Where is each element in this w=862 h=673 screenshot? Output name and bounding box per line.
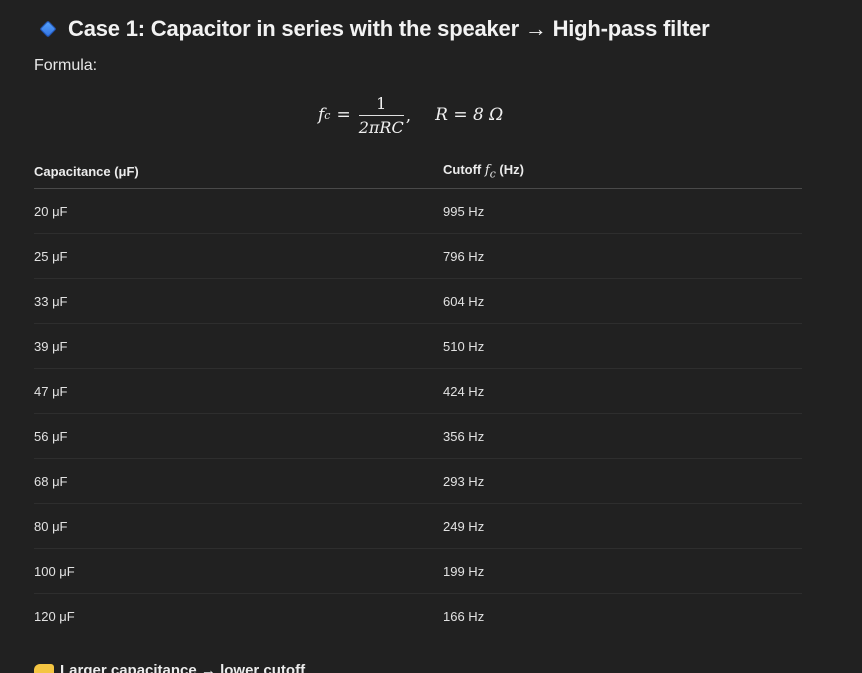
table-row: 33 μF 604 Hz (34, 278, 802, 324)
formula-equals: = (336, 105, 351, 125)
header-capacitance: Capacitance (μF) (34, 155, 443, 189)
pointing-hand-icon (34, 663, 54, 673)
cell-cutoff: 424 Hz (443, 368, 802, 414)
table-row: 100 μF 199 Hz (34, 548, 802, 594)
table-row: 39 μF 510 Hz (34, 323, 802, 369)
cell-cutoff: 199 Hz (443, 548, 802, 594)
formula-label: Formula: (34, 57, 98, 74)
cell-capacitance: 47 μF (34, 368, 443, 414)
table-row: 68 μF 293 Hz (34, 458, 802, 504)
cell-capacitance: 80 μF (34, 503, 443, 549)
table-row: 47 μF 424 Hz (34, 368, 802, 414)
chat-message: Case 1: Capacitor in series with the spe… (0, 0, 862, 673)
cell-cutoff: 796 Hz (443, 233, 802, 279)
heading-text: Case 1: Capacitor in series with the spe… (68, 16, 710, 41)
header-cutoff-suffix: (Hz) (495, 162, 524, 178)
formula-fraction: 1 2πRC (358, 93, 404, 137)
cell-capacitance: 120 μF (34, 608, 75, 624)
header-cutoff-prefix: Cutoff (443, 162, 485, 178)
cell-cutoff: 995 Hz (443, 188, 802, 234)
cutoff-table: Capacitance (μF) Cutoff fc (Hz) 20 μF 995… (34, 155, 802, 638)
cell-cutoff: 293 Hz (443, 458, 802, 504)
cell-capacitance: 100 μF (34, 548, 443, 594)
cell-cutoff: 356 Hz (443, 413, 802, 459)
table-row: 120 μF 166 Hz (34, 594, 802, 639)
formula-lhs-sub: c (324, 108, 331, 122)
header-cutoff: Cutoff fc (Hz) (443, 155, 802, 189)
section-heading: Case 1: Capacitor in series with the spe… (38, 12, 710, 46)
table-row: 20 μF 995 Hz (34, 188, 802, 234)
table-header-row: Capacitance (μF) Cutoff fc (Hz) (34, 155, 802, 189)
cell-cutoff: 166 Hz (443, 608, 485, 624)
formula-comma: , (405, 106, 412, 126)
cell-capacitance: 20 μF (34, 188, 443, 234)
table-row: 56 μF 356 Hz (34, 413, 802, 459)
cell-cutoff: 249 Hz (443, 503, 802, 549)
cell-cutoff: 510 Hz (443, 323, 802, 369)
cell-cutoff: 604 Hz (443, 278, 802, 324)
table-row: 80 μF 249 Hz (34, 503, 802, 549)
table-row: 25 μF 796 Hz (34, 233, 802, 279)
footer-note-text: Larger capacitance → lower cutoff (60, 662, 306, 673)
formula-resistance: R = 8 Ω (435, 105, 504, 125)
cell-capacitance: 33 μF (34, 278, 443, 324)
blue-diamond-icon (39, 20, 57, 38)
footer-note: Larger capacitance → lower cutoff (34, 662, 305, 673)
formula-denominator: 2πRC (358, 117, 404, 137)
formula-numerator: 1 (376, 93, 387, 113)
cell-capacitance: 56 μF (34, 413, 443, 459)
cell-capacitance: 68 μF (34, 458, 443, 504)
cell-capacitance: 25 μF (34, 233, 443, 279)
cutoff-formula: fc = 1 2πRC , R = 8 Ω (318, 90, 503, 140)
cell-capacitance: 39 μF (34, 323, 443, 369)
